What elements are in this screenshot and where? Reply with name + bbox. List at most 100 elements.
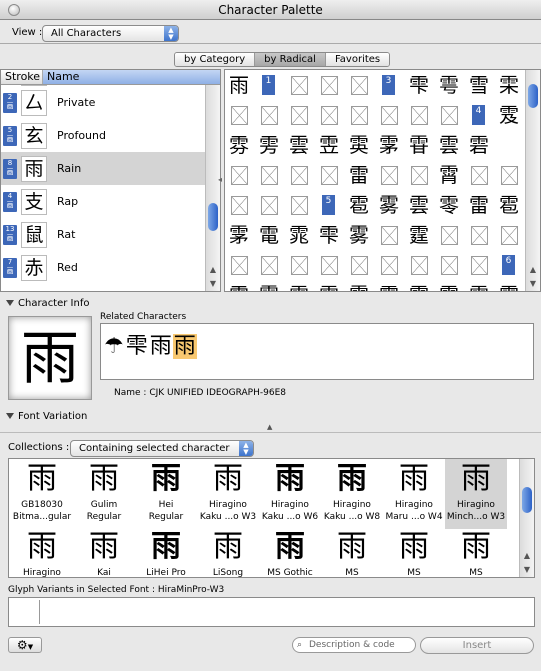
character-cell[interactable]: 霅 xyxy=(376,282,402,291)
font-sample[interactable]: 雨 Hiragino Kaku ...o W8 xyxy=(321,459,383,529)
missing-glyph-cell[interactable] xyxy=(376,102,402,128)
character-cell[interactable]: 雹 xyxy=(496,192,522,218)
character-cell[interactable]: 霆 xyxy=(406,222,432,248)
missing-glyph-cell[interactable] xyxy=(256,162,282,188)
tab-by-category[interactable]: by Category xyxy=(175,53,256,66)
character-cell[interactable]: 雫 xyxy=(406,72,432,98)
character-cell[interactable]: 雲 xyxy=(436,132,462,158)
radical-list-scrollbar[interactable]: ▲ ▼ xyxy=(205,85,220,291)
character-cell[interactable]: 雫 xyxy=(316,222,342,248)
character-cell[interactable]: 雴 xyxy=(316,132,342,158)
umbrella-icon[interactable]: ☂ xyxy=(103,334,125,359)
scroll-thumb[interactable] xyxy=(528,84,538,108)
font-sample[interactable]: 雨 Hiragino Maru ...o W4 xyxy=(383,459,445,529)
character-cell[interactable]: 雲 xyxy=(406,192,432,218)
collections-popup[interactable]: Containing selected character ▲ ▼ xyxy=(70,440,254,457)
missing-glyph-cell[interactable] xyxy=(466,222,492,248)
character-cell[interactable]: 雷 xyxy=(466,192,492,218)
missing-glyph-cell[interactable] xyxy=(436,102,462,128)
character-cell[interactable]: 雩 xyxy=(436,72,462,98)
search-field[interactable]: ⌕ Description & code xyxy=(292,637,416,653)
radical-row[interactable]: 13 画鼠 Rat xyxy=(1,218,206,251)
related-character[interactable]: 雫 xyxy=(125,334,149,359)
radical-row[interactable]: 5 画玄 Profound xyxy=(1,119,206,152)
missing-glyph-cell[interactable] xyxy=(316,162,342,188)
missing-glyph-cell[interactable] xyxy=(346,252,372,278)
font-sample[interactable]: 雨 MS Gothic xyxy=(259,527,321,577)
font-sample[interactable]: 雨 LiSong xyxy=(197,527,259,577)
font-sample[interactable]: 雨 Hiragino Minch...o W3 xyxy=(445,459,507,529)
character-cell[interactable]: 雲 xyxy=(286,132,312,158)
missing-glyph-cell[interactable] xyxy=(466,162,492,188)
character-cell[interactable]: 雨 xyxy=(226,72,252,98)
name-column-header[interactable]: Name xyxy=(43,70,220,84)
character-cell[interactable]: 雷 xyxy=(346,162,372,188)
missing-glyph-cell[interactable] xyxy=(286,102,312,128)
missing-glyph-cell[interactable] xyxy=(286,192,312,218)
missing-glyph-cell[interactable] xyxy=(406,102,432,128)
missing-glyph-cell[interactable] xyxy=(256,102,282,128)
missing-glyph-cell[interactable] xyxy=(286,72,312,98)
character-cell[interactable]: 霄 xyxy=(346,282,372,291)
character-cell[interactable]: 雵 xyxy=(346,132,372,158)
missing-glyph-cell[interactable] xyxy=(226,192,252,218)
missing-glyph-cell[interactable] xyxy=(406,162,432,188)
scroll-down-arrow-icon[interactable]: ▼ xyxy=(206,277,220,291)
character-cell[interactable]: 雾 xyxy=(376,192,402,218)
related-character[interactable]: 雨 xyxy=(172,334,197,359)
character-cell[interactable]: 雪 xyxy=(466,72,492,98)
character-cell[interactable]: 霉 xyxy=(496,282,522,291)
scroll-thumb[interactable] xyxy=(208,203,218,231)
missing-glyph-cell[interactable] xyxy=(436,252,462,278)
font-sample[interactable]: 雨 GB18030 Bitma...gular xyxy=(11,459,73,529)
missing-glyph-cell[interactable] xyxy=(466,252,492,278)
character-cell[interactable]: 雸 xyxy=(406,132,432,158)
action-gear-button[interactable]: ⚙▼ xyxy=(8,637,42,653)
scroll-thumb[interactable] xyxy=(522,487,532,513)
radical-row[interactable]: 4 画支 Rap xyxy=(1,185,206,218)
font-sample[interactable]: 雨 Hiragino Kaku ...o W6 xyxy=(259,459,321,529)
character-cell[interactable]: 雱 xyxy=(256,132,282,158)
view-popup[interactable]: All Characters ▲ ▼ xyxy=(42,25,179,42)
character-cell[interactable]: 雬 xyxy=(496,72,522,98)
character-cell[interactable]: 雹 xyxy=(346,192,372,218)
font-variation-toggle[interactable]: Font Variation xyxy=(6,411,87,422)
missing-glyph-cell[interactable] xyxy=(226,252,252,278)
missing-glyph-cell[interactable] xyxy=(346,72,372,98)
character-grid-scrollbar[interactable]: ▲ ▼ xyxy=(525,70,540,291)
font-sample[interactable]: 雨 MS xyxy=(445,527,507,577)
character-cell[interactable]: 雼 xyxy=(466,132,492,158)
missing-glyph-cell[interactable] xyxy=(316,252,342,278)
character-cell[interactable]: 雭 xyxy=(496,102,522,128)
missing-glyph-cell[interactable] xyxy=(256,252,282,278)
scroll-up-arrow-icon[interactable]: ▲ xyxy=(526,263,540,277)
font-sample[interactable]: 雨 Gulim Regular xyxy=(73,459,135,529)
missing-glyph-cell[interactable] xyxy=(376,162,402,188)
scroll-down-arrow-icon[interactable]: ▼ xyxy=(526,277,540,291)
font-sample[interactable]: 雨 Hei Regular xyxy=(135,459,197,529)
scroll-up-arrow-icon[interactable]: ▲ xyxy=(520,549,534,563)
radical-row[interactable]: 8 画雨 Rain xyxy=(1,152,206,185)
character-cell[interactable]: 雺 xyxy=(376,132,402,158)
missing-glyph-cell[interactable] xyxy=(256,192,282,218)
resize-handle-icon[interactable]: ▲ xyxy=(267,423,272,431)
character-cell[interactable]: 雺 xyxy=(226,222,252,248)
missing-glyph-cell[interactable] xyxy=(286,162,312,188)
insert-button[interactable]: Insert xyxy=(420,637,534,654)
character-cell[interactable]: 需 xyxy=(226,282,252,291)
font-sample[interactable]: 雨 MS xyxy=(383,527,445,577)
character-cell[interactable]: 霄 xyxy=(436,162,462,188)
font-sample[interactable]: 雨 MS xyxy=(321,527,383,577)
missing-glyph-cell[interactable] xyxy=(316,72,342,98)
radical-row[interactable]: 2 画厶 Private xyxy=(1,86,206,119)
scroll-up-arrow-icon[interactable]: ▲ xyxy=(206,263,220,277)
character-cell[interactable]: 震 xyxy=(436,282,462,291)
tab-by-radical[interactable]: by Radical xyxy=(255,53,326,66)
missing-glyph-cell[interactable] xyxy=(316,102,342,128)
character-cell[interactable]: 霂 xyxy=(286,282,312,291)
missing-glyph-cell[interactable] xyxy=(496,222,522,248)
character-cell[interactable]: 雰 xyxy=(226,132,252,158)
character-cell[interactable]: 霃 xyxy=(316,282,342,291)
missing-glyph-cell[interactable] xyxy=(406,252,432,278)
character-info-toggle[interactable]: Character Info xyxy=(6,298,89,309)
